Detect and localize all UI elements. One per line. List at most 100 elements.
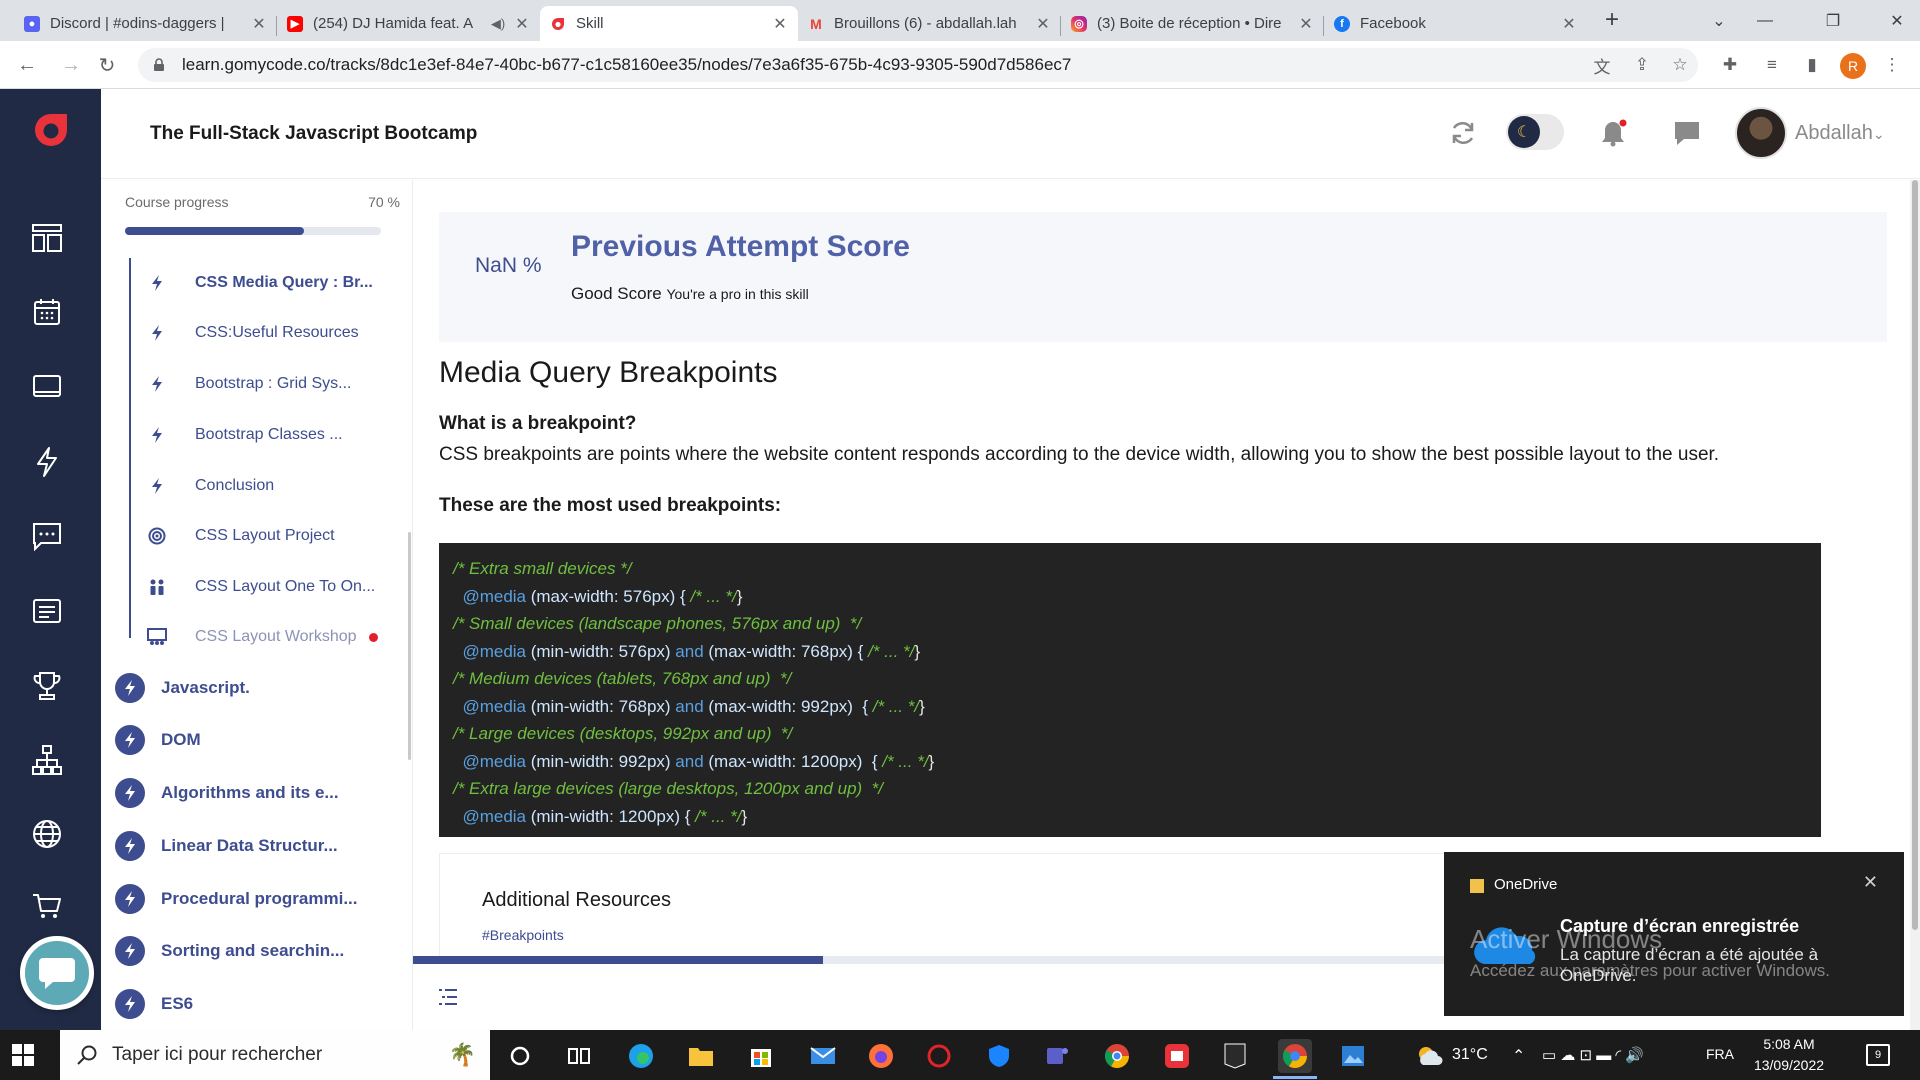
tab-discord[interactable]: ● Discord | #odins-daggers | ✕ (14, 6, 277, 41)
language-indicator[interactable]: FRA (1706, 1046, 1734, 1062)
photos-icon[interactable] (1336, 1039, 1370, 1073)
resources-tag-link[interactable]: #Breakpoints (482, 927, 564, 943)
close-tab-icon[interactable]: ✕ (772, 14, 788, 34)
microsoft-store-icon[interactable] (744, 1039, 778, 1073)
page-scrollbar[interactable] (1910, 180, 1920, 1030)
sync-icon[interactable] (1447, 117, 1479, 149)
sidebar-item-css-layout-project[interactable]: CSS Layout Project (147, 523, 335, 549)
document-list-icon[interactable] (30, 594, 64, 628)
store-app-icon[interactable] (1160, 1039, 1194, 1073)
shield-icon[interactable] (982, 1039, 1016, 1073)
search-icon (77, 1045, 97, 1065)
teams-icon[interactable] (1040, 1039, 1074, 1073)
forward-arrow-icon[interactable]: → (56, 50, 86, 80)
table-of-contents-icon[interactable] (437, 986, 459, 1008)
close-tab-icon[interactable]: ✕ (1298, 14, 1314, 34)
close-tab-icon[interactable]: ✕ (1035, 14, 1051, 34)
shopping-cart-icon[interactable] (30, 889, 64, 923)
activate-windows-body: Accédez aux paramètres pour activer Wind… (1470, 961, 1830, 980)
edge-icon[interactable] (624, 1039, 658, 1073)
calendar-icon[interactable] (30, 295, 64, 329)
chapter-sorting-searching[interactable]: Sorting and searchin... (115, 936, 344, 966)
lock-icon (154, 58, 164, 71)
task-view-icon[interactable] (562, 1039, 596, 1073)
cortana-icon[interactable] (503, 1039, 537, 1073)
weather-temperature: 31°C (1452, 1046, 1488, 1063)
tab-youtube[interactable]: ▶ (254) DJ Hamida feat. A ◀) ✕ (277, 6, 540, 41)
close-window-button[interactable]: ✕ (1874, 0, 1920, 41)
notification-bell-icon[interactable] (1597, 117, 1629, 149)
taskbar-search-input[interactable]: Taper ici pour rechercher 🌴 (60, 1030, 490, 1080)
chapter-dom[interactable]: DOM (115, 725, 201, 755)
message-icon[interactable] (1671, 117, 1703, 149)
new-tab-button[interactable]: + (1598, 7, 1626, 35)
tab-facebook[interactable]: f Facebook ✕ (1324, 6, 1587, 41)
lightning-icon[interactable] (30, 445, 64, 479)
sidebar-item-css-useful-resources[interactable]: CSS:Useful Resources (147, 320, 359, 346)
globe-icon[interactable] (30, 817, 64, 851)
bookmark-star-icon[interactable]: ☆ (1668, 53, 1692, 77)
restore-button[interactable]: ❐ (1810, 0, 1856, 41)
laptop-icon[interactable] (30, 370, 64, 404)
reload-icon[interactable]: ↻ (92, 50, 122, 80)
address-bar[interactable]: learn.gomycode.co/tracks/8dc1e3ef-84e7-4… (138, 48, 1698, 82)
chevron-down-icon: ⌄ (1872, 126, 1885, 142)
epic-games-icon[interactable] (1218, 1039, 1252, 1073)
sidebar-scrollbar[interactable] (408, 532, 411, 760)
sidebar-item-css-layout-one-to-one[interactable]: CSS Layout One To On... (147, 574, 375, 600)
mail-icon[interactable] (806, 1039, 840, 1073)
windows-start-icon[interactable] (12, 1044, 34, 1066)
sidebar-item-bootstrap-grid[interactable]: Bootstrap : Grid Sys... (147, 371, 352, 397)
chat-bubble-icon[interactable] (30, 519, 64, 553)
chapter-procedural-programming[interactable]: Procedural programmi... (115, 884, 358, 914)
chrome-icon[interactable] (1100, 1039, 1134, 1073)
dark-mode-toggle[interactable]: ☾ (1506, 114, 1564, 150)
profile-avatar-button[interactable]: R (1840, 53, 1866, 79)
taskbar-clock[interactable]: 5:08 AM 13/09/2022 (1747, 1034, 1831, 1076)
file-explorer-icon[interactable] (684, 1039, 718, 1073)
lesson-progress-fill (413, 956, 823, 964)
translate-icon[interactable]: 文 (1590, 53, 1614, 77)
chapter-linear-data-structures[interactable]: Linear Data Structur... (115, 831, 338, 861)
menu-kebab-icon[interactable]: ⋮ (1880, 53, 1904, 77)
tab-gmail[interactable]: M Brouillons (6) - abdallah.lah ✕ (798, 6, 1061, 41)
trophy-icon[interactable] (30, 669, 64, 703)
antivirus-icon[interactable] (922, 1039, 956, 1073)
tab-instagram[interactable]: ◎ (3) Boite de réception • Dire ✕ (1061, 6, 1324, 41)
org-chart-icon[interactable] (30, 743, 64, 777)
page-scrollbar-thumb[interactable] (1912, 180, 1918, 930)
close-tab-icon[interactable]: ✕ (1561, 14, 1577, 34)
minimize-button[interactable]: — (1742, 0, 1788, 41)
gomycode-logo[interactable] (32, 111, 70, 149)
user-avatar[interactable] (1735, 107, 1787, 159)
back-arrow-icon[interactable]: ← (12, 50, 42, 80)
close-icon[interactable]: ✕ (1863, 872, 1878, 893)
chapter-es6[interactable]: ES6 (115, 989, 193, 1019)
tab-skill[interactable]: Skill ✕ (540, 6, 798, 41)
support-chat-button[interactable] (20, 936, 94, 1010)
speaker-icon[interactable]: ◀) (490, 16, 506, 32)
tray-system-icons[interactable]: ▭ ☁ ⊡ ▬ ◜ 🔊 (1542, 1046, 1644, 1064)
chapter-algorithms[interactable]: Algorithms and its e... (115, 778, 339, 808)
media-control-icon[interactable]: ≡ (1760, 53, 1784, 77)
sidebar-item-bootstrap-classes[interactable]: Bootstrap Classes ... (147, 422, 343, 448)
close-tab-icon[interactable]: ✕ (514, 14, 530, 34)
sidebar-item-css-layout-workshop[interactable]: CSS Layout Workshop (147, 624, 378, 650)
tab-search-icon[interactable]: ⌄ (1696, 0, 1742, 41)
share-icon[interactable]: ⇪ (1630, 53, 1654, 77)
close-tab-icon[interactable]: ✕ (251, 14, 267, 34)
user-name-dropdown[interactable]: Abdallah⌄ (1795, 122, 1885, 145)
gomycode-icon (550, 16, 566, 32)
action-center-icon[interactable]: 9 (1866, 1044, 1890, 1066)
dashboard-icon[interactable] (30, 221, 64, 255)
sidebar-item-conclusion[interactable]: Conclusion (147, 473, 274, 499)
tray-chevron-up-icon[interactable]: ⌃ (1512, 1046, 1525, 1066)
side-panel-icon[interactable]: ▮ (1800, 53, 1824, 77)
firefox-icon[interactable] (864, 1039, 898, 1073)
sidebar-item-css-media-query[interactable]: CSS Media Query : Br... (147, 270, 373, 296)
chapter-javascript[interactable]: Javascript. (115, 673, 250, 703)
chrome-profile-icon[interactable] (1278, 1039, 1312, 1073)
weather-icon[interactable] (1412, 1039, 1446, 1073)
extensions-icon[interactable]: ✚ (1718, 53, 1742, 77)
bolt-icon (115, 936, 145, 966)
